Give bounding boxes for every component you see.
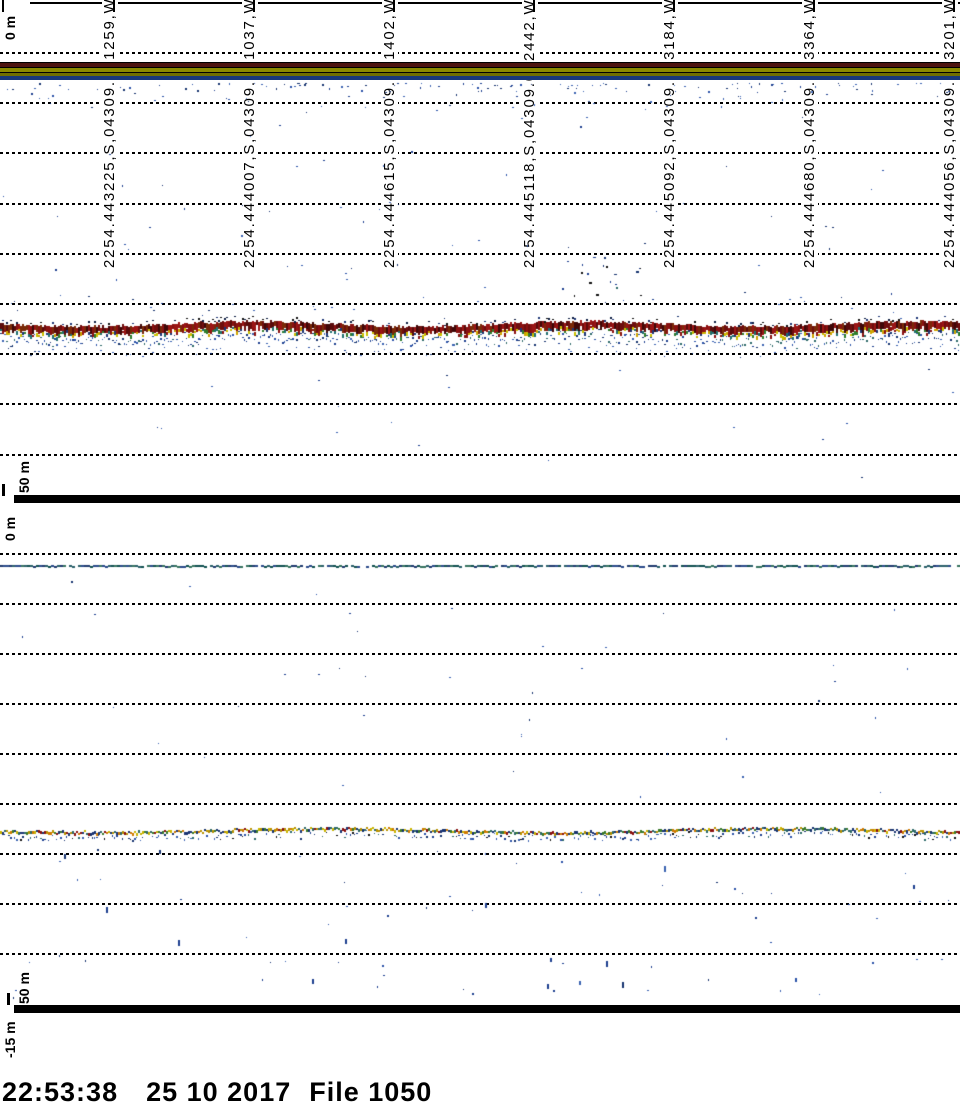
depth-gridline [0,803,960,805]
depth-gridline [0,753,960,755]
depth-gridline [0,903,960,905]
depth-gridline [0,553,960,555]
depth-gridline [0,853,960,855]
gps-position-label: 2254.444615,S,04309.091402,W [381,0,398,269]
panel1-surface-line [30,2,960,4]
divider1-left-tick [2,484,5,496]
depth-gridline [0,603,960,605]
depth-gridline [0,703,960,705]
divider2-left-tick [7,993,10,1005]
gps-position-label: 2254.445118,S,04309.092442,W [521,0,538,269]
panel1-depth-top-label: 0 m [2,15,18,40]
depth-gridline [0,403,960,405]
gps-position-label: 2254.444056,S,04309.093201,W [941,0,958,269]
status-time: 22:53:38 [2,1077,119,1107]
depth-gridline [0,953,960,955]
panel2-depth-bottom-label: 50 m [16,972,32,1004]
gps-position-label: 2254.443225,S,04309.091259,W [101,0,118,269]
gps-position-label: 2254.444680,S,04309.093364,W [801,0,818,269]
depth-gridline [0,353,960,355]
gps-fix-tick [533,0,535,12]
depth-gridline [0,303,960,305]
panel-divider-1 [14,495,960,503]
gps-fix-tick [253,0,255,12]
status-file: File 1050 [309,1077,433,1107]
panel1-transmit-pulse-band [0,62,960,80]
echogram-screen: 2254.443225,S,04309.091259,W 2254.444007,… [0,0,960,1108]
depth-gridline [0,653,960,655]
panel1-depth-bottom-label: 50 m [16,461,32,493]
gps-fix-tick [393,0,395,12]
depth-gridline [0,454,960,456]
panel-divider-2 [14,1005,960,1013]
status-bar: 22:53:38 25 10 2017 File 1050 [2,1077,432,1108]
gps-fix-tick [673,0,675,12]
panel2-depth-top-label: 0 m [2,516,18,541]
next-panel-offset-label: -15 m [2,1021,18,1058]
gps-fix-tick [813,0,815,12]
transmit-band-stripe [0,76,960,80]
file-start-tick [2,0,4,12]
status-date: 25 10 2017 [146,1077,292,1107]
gps-position-label: 2254.445092,S,04309.093184,W [661,0,678,269]
gps-position-label: 2254.444007,S,04309.091037,W [241,0,258,269]
gps-fix-tick [113,0,115,12]
gps-fix-tick [953,0,955,12]
